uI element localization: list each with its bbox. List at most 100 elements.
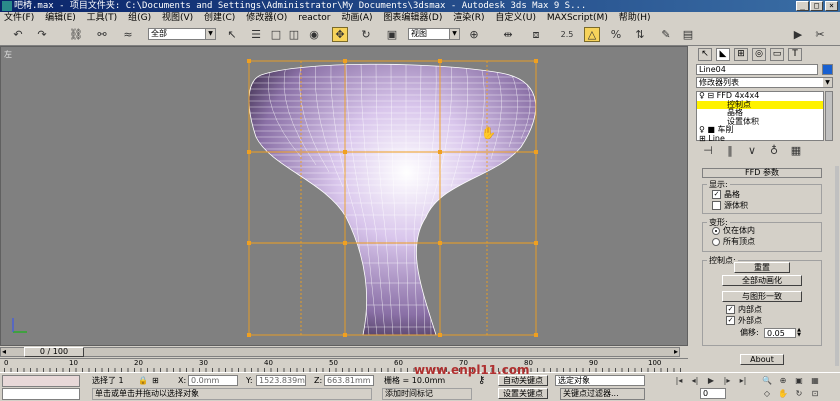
maximize-button[interactable]: □ <box>810 1 823 11</box>
time-slider[interactable]: 0 / 100 ◂ ▸ <box>0 346 688 358</box>
menu-create[interactable]: 创建(C) <box>200 12 239 25</box>
key-filters-button[interactable]: 关键点过滤器... <box>560 388 645 400</box>
bind-space-warp-icon[interactable]: ≈ <box>120 27 136 42</box>
select-and-rotate-icon[interactable]: ↻ <box>358 27 374 42</box>
minimize-button[interactable]: _ <box>796 1 809 11</box>
render-scene-icon[interactable]: ▶ <box>790 27 806 42</box>
stack-item-control-points[interactable]: 控制点 <box>697 100 823 109</box>
add-time-tag[interactable]: 添加时间标记 <box>382 388 472 400</box>
stack-scrollbar[interactable] <box>825 91 833 141</box>
zoom-all-icon[interactable]: ⊕ <box>776 375 790 386</box>
spinner-snap-icon[interactable]: ⇅ <box>632 27 648 42</box>
menu-tools[interactable]: 工具(T) <box>83 12 122 25</box>
utilities-tab-icon[interactable]: T <box>788 48 802 61</box>
panel-scrollbar[interactable] <box>835 166 839 366</box>
offset-spinner-field[interactable]: 0.05 <box>764 328 796 338</box>
go-to-start-icon[interactable]: |◂ <box>672 375 686 386</box>
inside-points-checkbox[interactable]: ✓ <box>726 305 735 314</box>
selection-filter-dropdown[interactable]: 全部 ▼ <box>148 28 216 40</box>
remove-modifier-icon[interactable]: ♁ <box>766 143 782 158</box>
menu-rendering[interactable]: 渲染(R) <box>449 12 488 25</box>
conform-to-shape-button[interactable]: 与图形一致 <box>722 291 802 302</box>
menu-edit[interactable]: 编辑(E) <box>41 12 80 25</box>
lattice-checkbox[interactable]: ✓ <box>712 190 721 199</box>
about-button[interactable]: About <box>740 354 784 365</box>
angle-snap-icon[interactable]: 2.5 <box>556 27 578 42</box>
snap-toggle-icon[interactable]: △ <box>584 27 600 42</box>
all-vertices-radio[interactable] <box>712 237 720 246</box>
zoom-extents-all-icon[interactable]: ▦ <box>808 375 822 386</box>
configure-sets-icon[interactable]: ▦ <box>788 143 804 158</box>
create-tab-icon[interactable]: ↖ <box>698 48 712 61</box>
select-object-icon[interactable]: ↖ <box>224 27 240 42</box>
quick-render-icon[interactable]: ✂ <box>812 27 828 42</box>
menu-maxscript[interactable]: MAXScript(M) <box>543 12 612 25</box>
arc-rotate-icon[interactable]: ↻ <box>792 388 806 399</box>
mirror-icon[interactable]: ⇹ <box>500 27 516 42</box>
viewport-left[interactable]: 左 ✋ <box>0 46 688 346</box>
outside-points-checkbox[interactable]: ✓ <box>726 316 735 325</box>
menu-group[interactable]: 组(G) <box>124 12 155 25</box>
prev-frame-arrow-icon[interactable]: ◂ <box>2 347 6 356</box>
layer-manager-icon[interactable]: ▤ <box>680 27 696 42</box>
zoom-extents-icon[interactable]: ▣ <box>792 375 806 386</box>
menu-graph-editors[interactable]: 图表编辑器(D) <box>379 12 446 25</box>
redo-icon[interactable]: ↷ <box>34 27 50 42</box>
pan-icon[interactable]: ✋ <box>776 388 790 399</box>
modify-tab-icon[interactable]: ◣ <box>716 48 730 61</box>
menu-customize[interactable]: 自定义(U) <box>491 12 540 25</box>
menu-views[interactable]: 视图(V) <box>158 12 197 25</box>
menu-animation[interactable]: 动画(A) <box>337 12 376 25</box>
motion-tab-icon[interactable]: ◎ <box>752 48 766 61</box>
named-selection-icon[interactable]: ✎ <box>658 27 674 42</box>
menu-modifiers[interactable]: 修改器(O) <box>242 12 291 25</box>
use-pivot-center-icon[interactable]: ⊕ <box>466 27 482 42</box>
maxscript-output-field[interactable] <box>2 388 80 400</box>
auto-key-button[interactable]: 自动关键点 <box>498 375 548 386</box>
key-icon[interactable]: ⚷ <box>478 376 485 386</box>
outside-points-checkbox-row[interactable]: ✓ 外部点 <box>726 316 762 326</box>
time-slider-thumb[interactable]: 0 / 100 <box>24 347 84 357</box>
select-and-scale-icon[interactable]: ▣ <box>384 27 400 42</box>
menu-file[interactable]: 文件(F) <box>0 12 38 25</box>
modifier-list-dropdown[interactable]: 修改器列表 ▼ <box>696 77 833 88</box>
align-icon[interactable]: ⧈ <box>528 27 544 42</box>
object-name-field[interactable]: Line04 <box>696 64 818 75</box>
rectangular-selection-icon[interactable]: □ <box>268 27 284 42</box>
all-vertices-radio-row[interactable]: 所有顶点 <box>712 237 755 247</box>
reset-button[interactable]: 重置 <box>734 262 790 273</box>
stack-item-ffd[interactable]: ♀ ⊟ FFD 4x4x4 <box>697 91 823 101</box>
reference-coordinate-dropdown[interactable]: 视图 ▼ <box>408 28 460 40</box>
stack-item-line[interactable]: ⊞ Line <box>697 134 823 144</box>
play-icon[interactable]: ▶ <box>704 375 718 386</box>
select-and-link-icon[interactable]: ⛓ <box>68 27 84 42</box>
go-to-end-icon[interactable]: ▸| <box>736 375 750 386</box>
next-frame-icon[interactable]: |▸ <box>720 375 734 386</box>
maxscript-listener-field[interactable] <box>2 375 80 387</box>
close-button[interactable]: × <box>825 1 838 11</box>
maximize-viewport-icon[interactable]: ⊡ <box>808 388 822 399</box>
make-unique-icon[interactable]: ∨ <box>744 143 760 158</box>
absolute-mode-icon[interactable]: ⊞ <box>152 376 159 386</box>
pin-stack-icon[interactable]: ⊣ <box>700 143 716 158</box>
hierarchy-tab-icon[interactable]: ⊞ <box>734 48 748 61</box>
z-coordinate-field[interactable]: 663.81mm <box>324 375 374 386</box>
previous-frame-icon[interactable]: ◂| <box>688 375 702 386</box>
current-frame-field[interactable]: 0 <box>700 388 726 399</box>
source-volume-checkbox[interactable] <box>712 201 721 210</box>
ffd-params-rollout-header[interactable]: FFD 参数 <box>702 168 822 178</box>
menu-help[interactable]: 帮助(H) <box>615 12 655 25</box>
lattice-checkbox-row[interactable]: ✓ 晶格 <box>712 190 740 200</box>
set-key-button[interactable]: 设置关键点 <box>498 388 548 399</box>
select-and-move-icon[interactable]: ✥ <box>332 27 348 42</box>
animate-all-button[interactable]: 全部动画化 <box>722 275 802 286</box>
window-crossing-icon[interactable]: ◫ <box>286 27 302 42</box>
percent-snap-icon[interactable]: % <box>608 27 624 42</box>
select-by-name-icon[interactable]: ☰ <box>248 27 264 42</box>
undo-icon[interactable]: ↶ <box>10 27 26 42</box>
object-color-swatch[interactable] <box>822 64 833 75</box>
y-coordinate-field[interactable]: 1523.839m <box>256 375 306 386</box>
x-coordinate-field[interactable]: 0.0mm <box>188 375 238 386</box>
field-of-view-icon[interactable]: ◇ <box>760 388 774 399</box>
lock-icon[interactable]: 🔒 <box>138 376 148 386</box>
